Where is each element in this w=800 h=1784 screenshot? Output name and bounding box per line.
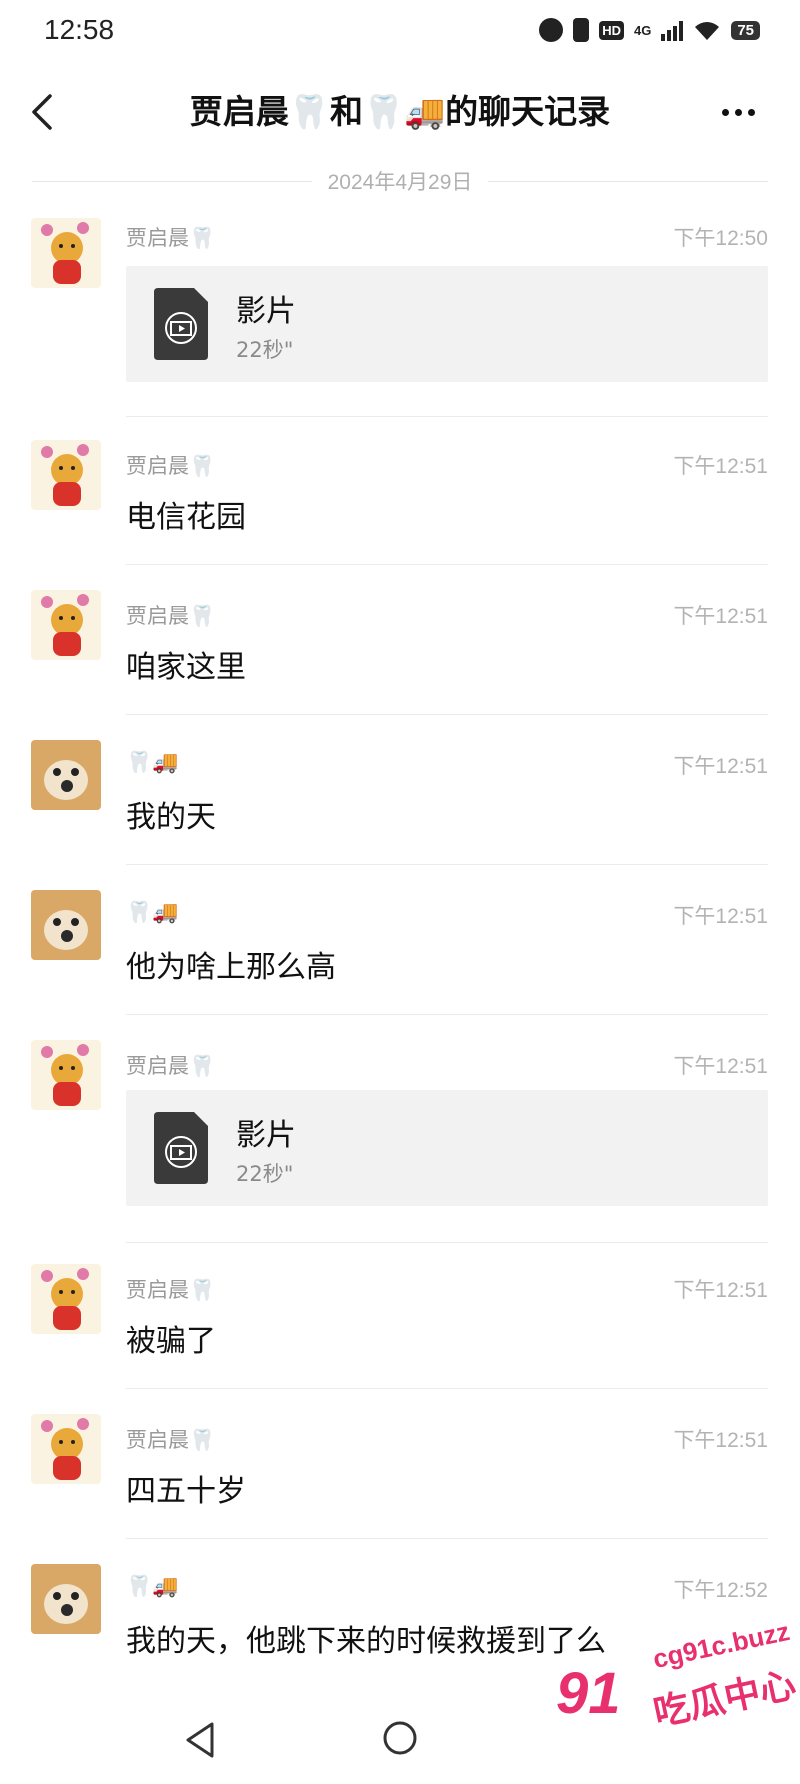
status-bar: 12:58 HD 4G 75 — [0, 0, 800, 64]
avatar-bear[interactable] — [31, 1040, 101, 1110]
message-time: 下午12:51 — [673, 1429, 768, 1452]
sender-name: 贾启晨🦷 — [126, 226, 216, 250]
network-type: 4G — [633, 22, 652, 38]
sender-name: 贾启晨🦷 — [126, 1054, 216, 1078]
message-item[interactable]: 贾启晨🦷 下午12:51 咱家这里 — [0, 590, 800, 716]
avatar-bear[interactable] — [31, 218, 101, 288]
sender-name: 贾启晨🦷 — [126, 1428, 216, 1452]
message-time: 下午12:51 — [673, 905, 768, 928]
avatar-dog[interactable] — [31, 890, 101, 960]
message-item[interactable]: 贾启晨🦷 下午12:51 影片 22秒" — [0, 1040, 800, 1244]
message-time: 下午12:51 — [673, 755, 768, 778]
avatar-dog[interactable] — [31, 740, 101, 810]
divider-line — [32, 180, 312, 182]
message-item[interactable]: 🦷🚚 下午12:51 他为啥上那么高 — [0, 890, 800, 1016]
date-divider: 2024年4月29日 — [32, 166, 769, 196]
message-text: 咱家这里 — [126, 650, 246, 685]
message-item[interactable]: 贾启晨🦷 下午12:51 被骗了 — [0, 1264, 800, 1390]
message-item[interactable]: 贾启晨🦷 下午12:51 电信花园 — [0, 440, 800, 566]
video-file-icon — [154, 1112, 208, 1184]
sender-name: 🦷🚚 — [126, 900, 179, 924]
message-time: 下午12:51 — [673, 605, 768, 628]
signal-icon — [661, 19, 684, 41]
dot-icon — [747, 108, 755, 116]
video-duration: 22秒" — [236, 1162, 294, 1186]
watermark-logo: cg91c.buzz 91 吃瓜中心 — [556, 1616, 800, 1750]
page-title: 贾启晨🦷和🦷🚚的聊天记录 — [189, 92, 611, 131]
video-card[interactable]: 影片 22秒" — [126, 266, 768, 382]
video-duration: 22秒" — [236, 338, 294, 362]
message-separator — [126, 1014, 768, 1015]
message-item[interactable]: 🦷🚚 下午12:51 我的天 — [0, 740, 800, 866]
message-time: 下午12:52 — [673, 1579, 768, 1602]
message-time: 下午12:50 — [673, 227, 768, 250]
message-separator — [126, 1538, 768, 1539]
message-text: 电信花园 — [126, 500, 246, 535]
message-separator — [126, 416, 768, 417]
divider-line — [488, 180, 769, 182]
video-card[interactable]: 影片 22秒" — [126, 1090, 768, 1206]
wifi-icon — [695, 22, 720, 40]
video-file-icon — [154, 288, 208, 360]
avatar-bear[interactable] — [31, 590, 101, 660]
alarm-icon — [539, 18, 564, 42]
video-title: 影片 — [236, 294, 296, 329]
message-item[interactable]: 贾启晨🦷 下午12:50 影片 22秒" — [0, 218, 800, 418]
message-text: 被骗了 — [126, 1324, 216, 1359]
message-text: 我的天，他跳下来的时候救援到了么 — [126, 1624, 606, 1659]
avatar-bear[interactable] — [31, 440, 101, 510]
dot-icon — [734, 108, 742, 116]
message-time: 下午12:51 — [673, 1055, 768, 1078]
message-text: 我的天 — [126, 800, 216, 835]
sender-name: 贾启晨🦷 — [126, 604, 216, 628]
chat-history-header: 贾启晨🦷和🦷🚚的聊天记录 — [0, 80, 800, 144]
message-text: 他为啥上那么高 — [126, 950, 336, 985]
message-separator — [126, 1388, 768, 1389]
sender-name: 贾启晨🦷 — [126, 1278, 216, 1302]
status-time: 12:58 — [44, 14, 115, 45]
message-item[interactable]: 贾启晨🦷 下午12:51 四五十岁 — [0, 1414, 800, 1540]
dot-icon — [721, 108, 729, 116]
battery-icon: 75 — [731, 20, 760, 40]
avatar-bear[interactable] — [31, 1264, 101, 1334]
sender-name: 贾启晨🦷 — [126, 454, 216, 478]
status-icons: HD 4G 75 — [539, 18, 760, 42]
more-options-button[interactable] — [708, 90, 768, 134]
avatar-dog[interactable] — [31, 1564, 101, 1634]
message-time: 下午12:51 — [673, 1279, 768, 1302]
hd-icon: HD — [599, 20, 624, 40]
nav-home-button[interactable] — [382, 1720, 418, 1756]
message-separator — [126, 564, 768, 565]
sender-name: 🦷🚚 — [126, 1574, 179, 1598]
message-text: 四五十岁 — [126, 1474, 246, 1509]
message-time: 下午12:51 — [673, 455, 768, 478]
avatar-bear[interactable] — [31, 1414, 101, 1484]
message-separator — [126, 714, 768, 715]
message-separator — [126, 864, 768, 865]
vibrate-icon — [573, 18, 590, 42]
video-title: 影片 — [236, 1118, 296, 1153]
watermark-number: 91 — [556, 1661, 621, 1726]
message-separator — [126, 1242, 768, 1243]
date-label: 2024年4月29日 — [327, 171, 473, 194]
nav-back-button[interactable] — [182, 1720, 218, 1760]
sender-name: 🦷🚚 — [126, 750, 179, 774]
